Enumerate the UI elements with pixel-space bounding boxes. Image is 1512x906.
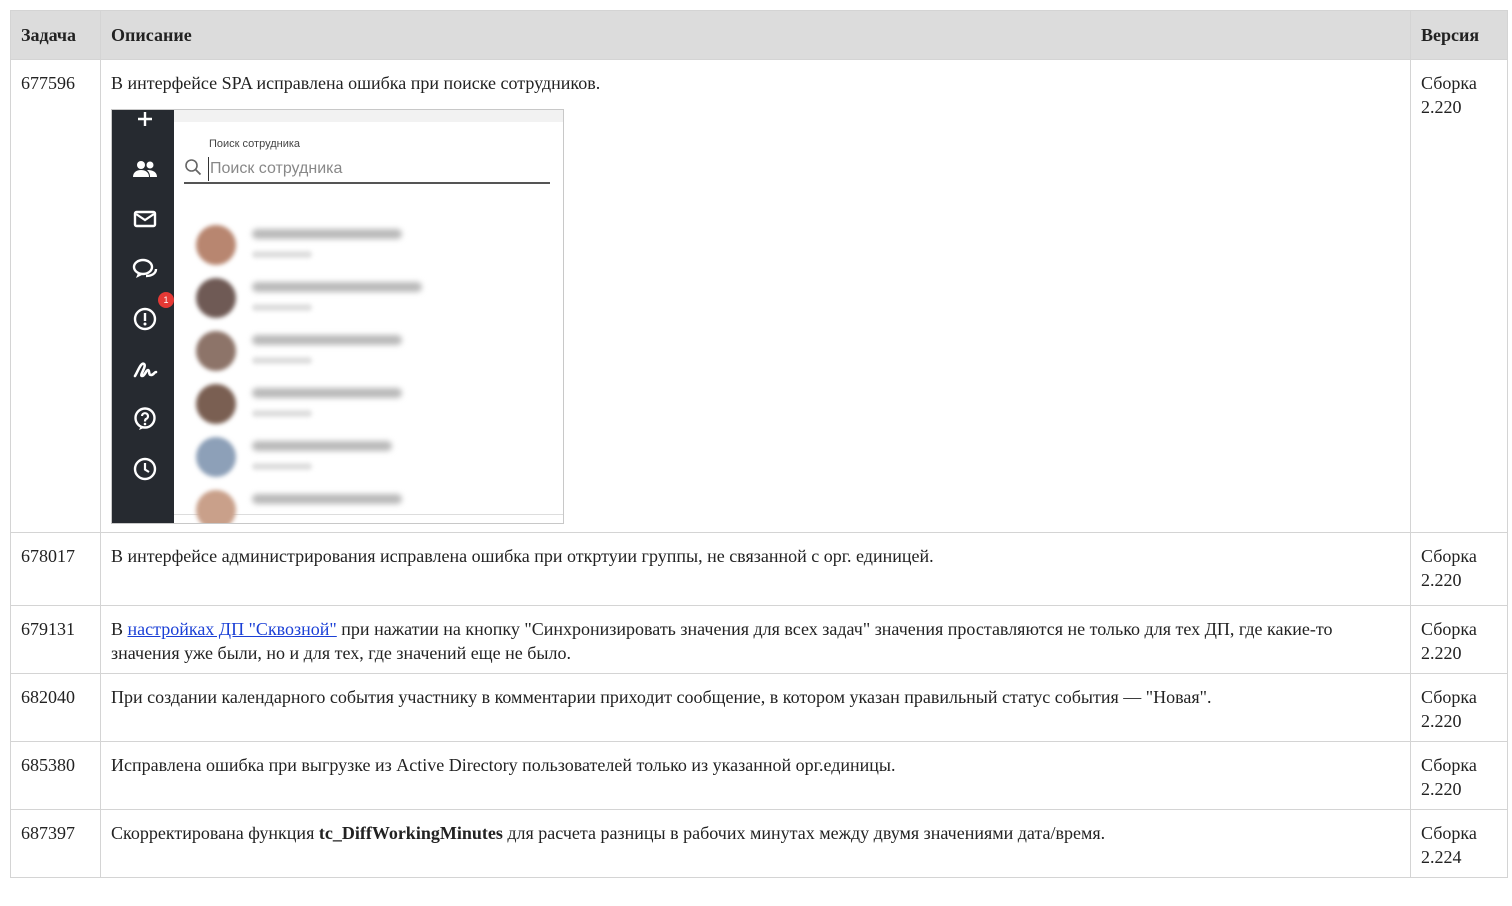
blurred-name bbox=[252, 282, 422, 292]
help-icon bbox=[132, 406, 158, 432]
task-id: 682040 bbox=[10, 673, 101, 742]
blurred-status bbox=[252, 357, 312, 364]
embedded-screenshot: 1 Поиск сотрудника Поиск сотрудника bbox=[111, 109, 564, 524]
blurred-status bbox=[252, 304, 312, 311]
description-text: При создании календарного события участн… bbox=[100, 673, 1411, 742]
version-cell: Сборка 2.220 bbox=[1410, 59, 1508, 533]
blurred-status bbox=[252, 251, 312, 258]
header-version: Версия bbox=[1410, 10, 1508, 60]
blurred-name bbox=[252, 388, 402, 398]
employee-item[interactable] bbox=[188, 490, 548, 523]
text-before: В bbox=[111, 619, 128, 639]
people-icon bbox=[132, 156, 158, 182]
app-sidebar: 1 bbox=[112, 110, 174, 523]
avatar bbox=[196, 278, 236, 318]
employee-search-panel: Поиск сотрудника Поиск сотрудника bbox=[174, 122, 563, 523]
plus-icon bbox=[132, 110, 158, 132]
version-number: 2.220 bbox=[1421, 643, 1462, 663]
table-row: 677596 В интерфейсе SPA исправлена ошибк… bbox=[10, 59, 1508, 533]
task-id: 679131 bbox=[10, 605, 101, 674]
employee-item[interactable] bbox=[188, 278, 548, 328]
description-text: Исправлена ошибка при выгрузке из Active… bbox=[100, 741, 1411, 810]
description-cell: В настройках ДП "Сквозной" при нажатии н… bbox=[100, 605, 1411, 674]
notification-badge: 1 bbox=[158, 292, 174, 308]
blurred-name bbox=[252, 229, 402, 239]
version-cell: Сборка 2.220 bbox=[1410, 741, 1508, 810]
avatar bbox=[196, 490, 236, 523]
description-text: В интерфейсе SPA исправлена ошибка при п… bbox=[111, 73, 601, 93]
employee-item[interactable] bbox=[188, 331, 548, 381]
version-cell: Сборка 2.224 bbox=[1410, 809, 1508, 878]
task-id: 687397 bbox=[10, 809, 101, 878]
signature-icon bbox=[132, 356, 158, 382]
version-number: 2.220 bbox=[1421, 711, 1462, 731]
blurred-name bbox=[252, 441, 392, 451]
version-label: Сборка bbox=[1421, 619, 1477, 639]
version-label: Сборка bbox=[1421, 823, 1477, 843]
version-number: 2.224 bbox=[1421, 847, 1462, 867]
alert-icon bbox=[132, 306, 158, 332]
version-cell: Сборка 2.220 bbox=[1410, 673, 1508, 742]
blurred-status bbox=[252, 410, 312, 417]
mail-icon bbox=[132, 206, 158, 232]
search-icon bbox=[184, 158, 202, 182]
version-number: 2.220 bbox=[1421, 779, 1462, 799]
table-row: 679131 В настройках ДП "Сквозной" при на… bbox=[10, 605, 1508, 674]
table-row: 682040 При создании календарного события… bbox=[10, 673, 1508, 742]
version-label: Сборка bbox=[1421, 546, 1477, 566]
changelog-table: Задача Описание Версия 677596 В интерфей… bbox=[10, 10, 1508, 878]
description-cell: Скорректирована функция tc_DiffWorkingMi… bbox=[100, 809, 1411, 878]
header-row: Задача Описание Версия bbox=[10, 10, 1508, 60]
version-number: 2.220 bbox=[1421, 570, 1462, 590]
version-label: Сборка bbox=[1421, 755, 1477, 775]
version-cell: Сборка 2.220 bbox=[1410, 605, 1508, 674]
table-row: 687397 Скорректирована функция tc_DiffWo… bbox=[10, 809, 1508, 878]
avatar bbox=[196, 225, 236, 265]
employee-item[interactable] bbox=[188, 225, 548, 275]
table-row: 685380 Исправлена ошибка при выгрузке из… bbox=[10, 741, 1508, 810]
employee-item[interactable] bbox=[188, 384, 548, 434]
function-name: tc_DiffWorkingMinutes bbox=[318, 823, 503, 843]
avatar bbox=[196, 331, 236, 371]
blurred-status bbox=[252, 463, 312, 470]
search-placeholder: Поиск сотрудника bbox=[208, 157, 342, 181]
version-label: Сборка bbox=[1421, 687, 1477, 707]
blurred-name bbox=[252, 335, 402, 345]
header-task: Задача bbox=[10, 10, 101, 60]
dp-settings-link[interactable]: настройках ДП "Сквозной" bbox=[128, 619, 337, 639]
version-number: 2.220 bbox=[1421, 97, 1462, 117]
clock-icon bbox=[132, 456, 158, 482]
task-id: 677596 bbox=[10, 59, 101, 533]
text-after: для расчета разницы в рабочих минутах ме… bbox=[502, 823, 1106, 843]
search-input[interactable]: Поиск сотрудника bbox=[184, 152, 550, 184]
header-description: Описание bbox=[100, 10, 1411, 60]
text-before: Скорректирована функция bbox=[111, 823, 319, 843]
version-label: Сборка bbox=[1421, 73, 1477, 93]
employee-item[interactable] bbox=[188, 437, 548, 487]
table-row: 678017 В интерфейсе администрирования ис… bbox=[10, 532, 1508, 606]
blurred-name bbox=[252, 494, 402, 504]
task-id: 685380 bbox=[10, 741, 101, 810]
version-cell: Сборка 2.220 bbox=[1410, 532, 1508, 606]
avatar bbox=[196, 437, 236, 477]
description-text: В интерфейсе администрирования исправлен… bbox=[100, 532, 1411, 606]
description-cell: В интерфейсе SPA исправлена ошибка при п… bbox=[100, 59, 1411, 533]
task-id: 678017 bbox=[10, 532, 101, 606]
avatar bbox=[196, 384, 236, 424]
chat-icon bbox=[132, 256, 158, 282]
